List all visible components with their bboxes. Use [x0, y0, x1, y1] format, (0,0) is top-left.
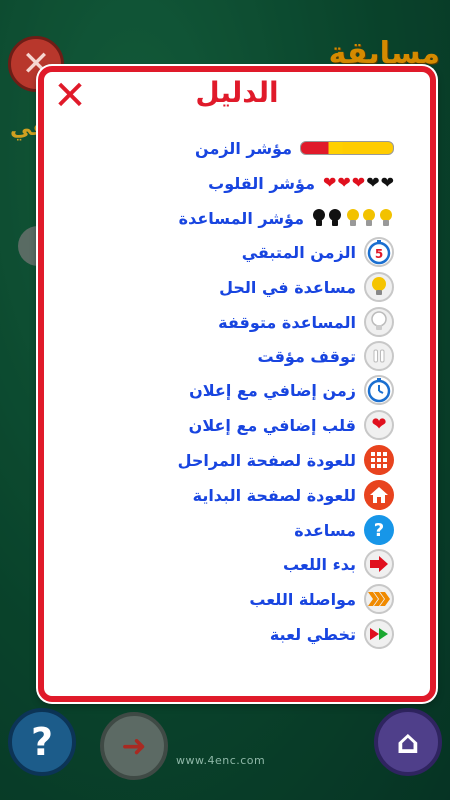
guide-row-pause: توقف مؤقت [257, 340, 394, 372]
skip-icon [364, 619, 394, 649]
lightbulb-disabled-icon [364, 307, 394, 337]
background-help-button: ? [8, 708, 76, 776]
stopwatch-number: 5 [375, 247, 383, 261]
stopwatch-plus-icon [364, 375, 394, 405]
guide-row-label: بدء اللعب [283, 554, 356, 574]
guide-row-label: المساعدة متوقفة [218, 312, 356, 332]
guide-row-label: قلب إضافي مع إعلان [188, 415, 356, 435]
guide-row-help: ? مساعدة [294, 514, 394, 546]
time-bar-icon [300, 141, 394, 155]
continue-chevrons-icon [364, 584, 394, 614]
help-icon: ? [364, 515, 394, 545]
guide-row-hint-disabled: المساعدة متوقفة [218, 306, 394, 338]
guide-row-levels: للعودة لصفحة المراحل [178, 444, 394, 476]
guide-row-help-indicator: مؤشر المساعدة [179, 202, 394, 234]
home-icon [364, 480, 394, 510]
modal-title: الدليل [195, 76, 279, 109]
guide-row-start: بدء اللعب [283, 548, 394, 580]
guide-row-label: مواصلة اللعب [249, 589, 356, 609]
guide-row-extra-heart: ❤ قلب إضافي مع إعلان [189, 409, 394, 441]
guide-row-label: تخطي لعبة [269, 624, 356, 644]
bulbs-icon [312, 207, 394, 229]
heart-icon: ❤ [364, 410, 394, 440]
website-url: www.4enc.com [176, 754, 266, 767]
play-arrow-icon [364, 549, 394, 579]
guide-row-label: للعودة لصفحة البداية [192, 485, 356, 505]
guide-row-label: مؤشر المساعدة [178, 208, 304, 228]
guide-row-label: الزمن المتبقي [241, 242, 356, 262]
guide-row-label: مؤشر الزمن [195, 138, 292, 158]
guide-row-hint: مساعدة في الحل [219, 271, 394, 303]
guide-row-remaining-time: 5 الزمن المتبقي [242, 236, 394, 268]
stopwatch-icon: 5 [364, 237, 394, 267]
hearts-icon: ❤ ❤ ❤ ❤ ❤ [322, 173, 394, 192]
guide-row-extra-time: زمن إضافي مع إعلان [189, 374, 394, 406]
guide-row-label: توقف مؤقت [257, 346, 357, 366]
guide-row-label: مساعدة [294, 520, 356, 540]
guide-row-time-indicator: مؤشر الزمن [195, 132, 394, 164]
guide-row-label: مساعدة في الحل [219, 277, 356, 297]
grid-icon [364, 445, 394, 475]
guide-modal: ✕ الدليل مؤشر الزمن ❤ ❤ ❤ ❤ ❤ مؤشر القلوب [38, 66, 436, 702]
guide-row-label: للعودة لصفحة المراحل [177, 450, 356, 470]
background-home-button: ⌂ [374, 708, 442, 776]
guide-row-continue: مواصلة اللعب [249, 583, 394, 615]
guide-row-home: للعودة لصفحة البداية [193, 479, 394, 511]
lightbulb-icon [364, 272, 394, 302]
background-play-button: ➜ [100, 712, 168, 780]
guide-row-label: مؤشر القلوب [208, 173, 315, 193]
guide-row-hearts-indicator: ❤ ❤ ❤ ❤ ❤ مؤشر القلوب [208, 167, 394, 199]
guide-row-label: زمن إضافي مع إعلان [189, 380, 356, 400]
guide-row-skip: تخطي لعبة [270, 618, 394, 650]
pause-icon [364, 341, 394, 371]
